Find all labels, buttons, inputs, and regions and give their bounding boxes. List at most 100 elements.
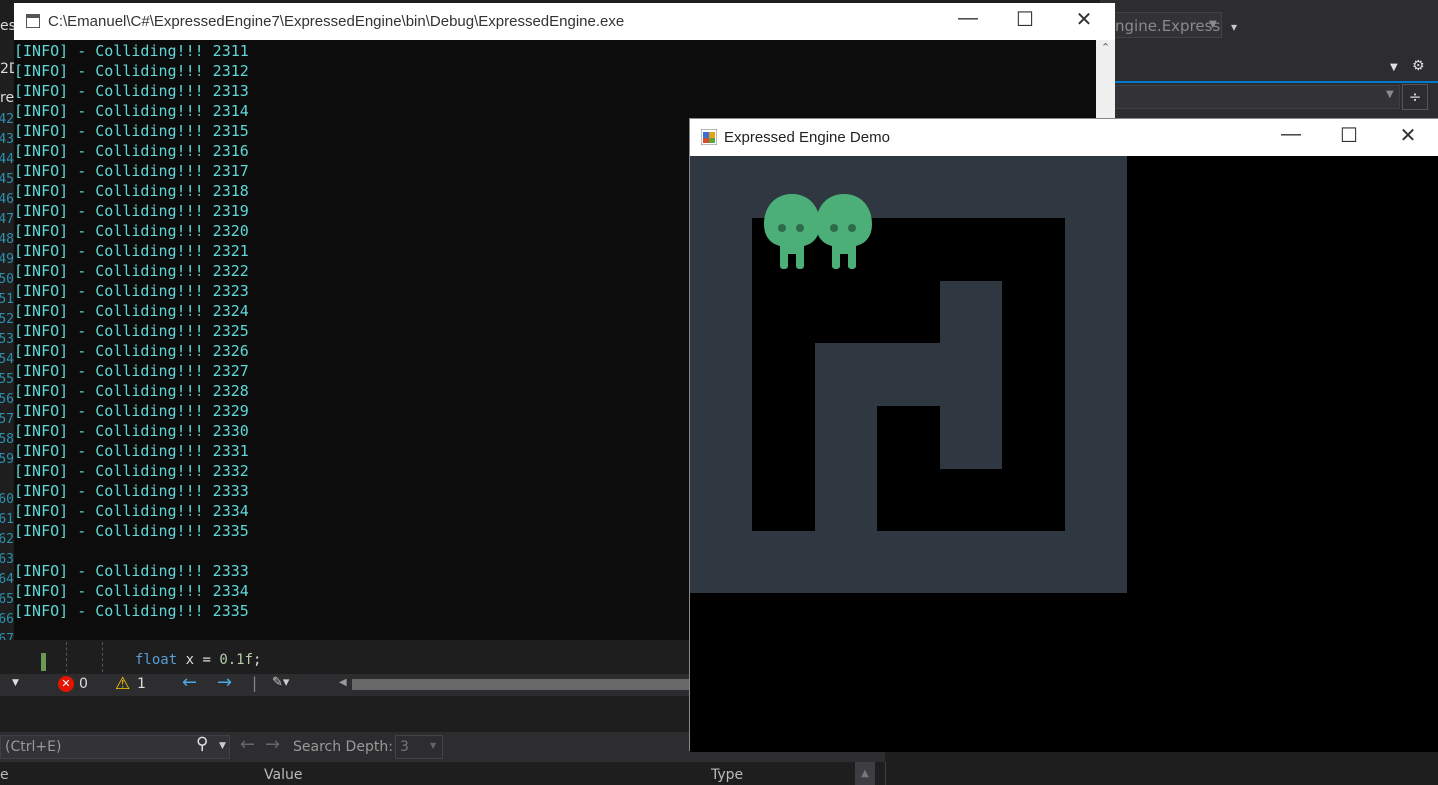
console-line: [INFO] - Colliding!!! 2323: [14, 282, 249, 300]
close-button[interactable]: ✕: [1061, 7, 1107, 32]
line-number: 66: [0, 612, 14, 627]
line-number: 58: [0, 432, 14, 447]
console-line: [INFO] - Colliding!!! 2327: [14, 362, 249, 380]
warning-count[interactable]: 1: [137, 676, 146, 692]
ide-fragment-3: re: [0, 90, 15, 106]
minimize-button[interactable]: —: [945, 7, 991, 30]
split-icon[interactable]: ÷: [1402, 84, 1428, 110]
chevron-down-icon[interactable]: ▼: [1209, 12, 1217, 38]
line-number: 48: [0, 232, 14, 247]
console-line: [INFO] - Colliding!!! 2316: [14, 142, 249, 160]
arrow-left-icon[interactable]: ←: [182, 672, 197, 693]
console-line: [INFO] - Colliding!!! 2325: [14, 322, 249, 340]
scroll-up-icon[interactable]: ⌃: [1096, 41, 1115, 54]
warning-icon[interactable]: ⚠: [115, 674, 130, 694]
gear-icon[interactable]: ⚙: [1412, 58, 1425, 74]
console-line: [INFO] - Colliding!!! 2326: [14, 342, 249, 360]
game-window[interactable]: Expressed Engine Demo — ☐ ✕: [689, 118, 1438, 752]
console-line: [INFO] - Colliding!!! 2318: [14, 182, 249, 200]
game-canvas[interactable]: [690, 156, 1438, 752]
code-number: 0.1f: [219, 652, 254, 668]
console-line: [INFO] - Colliding!!! 2311: [14, 42, 249, 60]
line-number: 65: [0, 592, 14, 607]
wall-block: [815, 406, 877, 531]
wall-block: [940, 281, 1002, 469]
console-line: [INFO] - Colliding!!! 2319: [14, 202, 249, 220]
app-logo-icon: [701, 129, 717, 145]
console-line: [INFO] - Colliding!!! 2332: [14, 462, 249, 480]
line-number: 51: [0, 292, 14, 307]
game-title: Expressed Engine Demo: [724, 129, 890, 146]
error-count[interactable]: 0: [79, 676, 88, 692]
console-line: [INFO] - Colliding!!! 2324: [14, 302, 249, 320]
code-editor[interactable]: [0, 640, 690, 676]
console-line: [INFO] - Colliding!!! 2330: [14, 422, 249, 440]
console-line: [INFO] - Colliding!!! 2321: [14, 242, 249, 260]
console-app-icon: [26, 14, 40, 28]
search-forward-icon[interactable]: →: [265, 734, 280, 755]
console-line: [INFO] - Colliding!!! 2328: [14, 382, 249, 400]
line-number: 42: [0, 112, 14, 127]
console-titlebar[interactable]: C:\Emanuel\C#\ExpressedEngine7\Expressed…: [14, 3, 1115, 40]
change-marker: [41, 653, 46, 671]
overflow-icon[interactable]: ▾: [1231, 20, 1237, 34]
line-number: 55: [0, 372, 14, 387]
panel-dropdown-icon[interactable]: ▼: [1390, 62, 1398, 73]
line-number: 64: [0, 572, 14, 587]
panel-filter-combo[interactable]: [1110, 85, 1400, 109]
console-line: [INFO] - Colliding!!! 2335: [14, 602, 249, 620]
line-number: 52: [0, 312, 14, 327]
code-keyword: float: [135, 652, 178, 668]
search-icon[interactable]: ⚲: [196, 734, 208, 754]
column-value[interactable]: Value: [264, 767, 302, 783]
player-sprite: [816, 194, 872, 269]
line-number: 53: [0, 332, 14, 347]
minimize-button[interactable]: —: [1268, 123, 1314, 146]
line-number: 50: [0, 272, 14, 287]
game-titlebar[interactable]: Expressed Engine Demo — ☐ ✕: [690, 119, 1438, 156]
scroll-up-icon[interactable]: ▲: [855, 762, 875, 785]
line-number: 61: [0, 512, 14, 527]
console-line: [INFO] - Colliding!!! 2333: [14, 482, 249, 500]
scroll-left-icon[interactable]: ◀: [339, 677, 347, 688]
search-depth-label: Search Depth:: [293, 739, 393, 755]
pane-divider: [885, 762, 886, 785]
line-number: 56: [0, 392, 14, 407]
column-type[interactable]: Type: [711, 767, 743, 783]
console-line: [INFO] - Colliding!!! 2314: [14, 102, 249, 120]
player-sprite: [764, 194, 820, 269]
maximize-button[interactable]: ☐: [1002, 7, 1048, 32]
console-line: [INFO] - Colliding!!! 2317: [14, 162, 249, 180]
console-line: [INFO] - Colliding!!! 2315: [14, 122, 249, 140]
config-combo[interactable]: ngine.Express: [1110, 12, 1222, 38]
console-line: [INFO] - Colliding!!! 2320: [14, 222, 249, 240]
close-button[interactable]: ✕: [1385, 123, 1431, 148]
line-number: 60: [0, 492, 14, 507]
line-number: 57: [0, 412, 14, 427]
brush-icon[interactable]: ✎▾: [272, 675, 289, 690]
code-line[interactable]: float x = 0.1f;: [135, 652, 261, 668]
search-back-icon[interactable]: ←: [240, 734, 255, 755]
separator: |: [252, 674, 258, 692]
line-number: 59: [0, 452, 14, 467]
search-options-icon[interactable]: ▼: [219, 741, 226, 751]
console-line: [INFO] - Colliding!!! 2313: [14, 82, 249, 100]
console-line: [INFO] - Colliding!!! 2331: [14, 442, 249, 460]
console-line: [INFO] - Colliding!!! 2329: [14, 402, 249, 420]
console-line: [INFO] - Colliding!!! 2334: [14, 502, 249, 520]
line-number: 63: [0, 552, 14, 567]
zoom-dropdown-icon[interactable]: ▼: [12, 678, 19, 688]
arrow-right-icon[interactable]: →: [217, 672, 232, 693]
chevron-down-icon[interactable]: ▼: [1386, 89, 1394, 100]
maximize-button[interactable]: ☐: [1326, 123, 1372, 148]
column-name[interactable]: e: [0, 767, 9, 783]
horizontal-scrollbar-thumb[interactable]: [352, 679, 690, 690]
console-line: [INFO] - Colliding!!! 2334: [14, 582, 249, 600]
line-number: 44: [0, 152, 14, 167]
chevron-down-icon[interactable]: ▼: [430, 741, 436, 750]
console-title: C:\Emanuel\C#\ExpressedEngine7\Expressed…: [48, 13, 625, 30]
code-text: x =: [177, 652, 220, 668]
error-icon[interactable]: ✕: [58, 676, 74, 692]
line-number: 47: [0, 212, 14, 227]
panel-active-line: [1110, 81, 1438, 83]
